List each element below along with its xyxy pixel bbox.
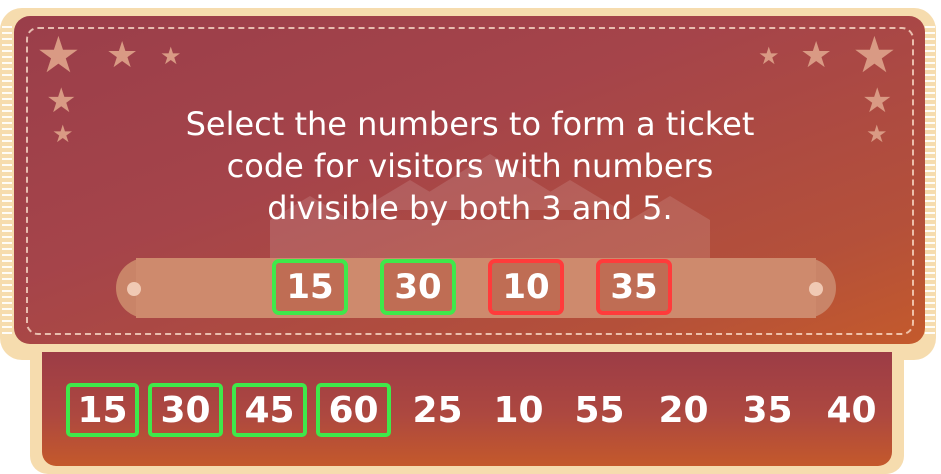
answer-slot-wrong[interactable]: 35 bbox=[596, 259, 672, 315]
number-chip-label: 40 bbox=[826, 389, 877, 431]
number-chip-label: 10 bbox=[493, 389, 544, 431]
answer-slot-value: 30 bbox=[394, 267, 442, 307]
answer-slot-value: 35 bbox=[610, 267, 658, 307]
ticket-perforation-left bbox=[2, 26, 12, 336]
question-line-1: Select the numbers to form a ticket bbox=[185, 105, 755, 143]
question-line-3: divisible by both 3 and 5. bbox=[267, 189, 673, 227]
number-chip-selected[interactable]: 60 bbox=[316, 383, 391, 437]
number-chip-label: 30 bbox=[160, 389, 211, 431]
number-chip[interactable]: 40 bbox=[814, 383, 889, 437]
answer-strip-band bbox=[136, 258, 816, 318]
question-text: Select the numbers to form a ticket code… bbox=[130, 103, 810, 229]
star-icon: ★ bbox=[866, 120, 888, 148]
number-chip-selected[interactable]: 30 bbox=[148, 383, 223, 437]
number-chip-label: 60 bbox=[328, 389, 379, 431]
star-icon: ★ bbox=[800, 35, 833, 76]
answer-slot-value: 10 bbox=[502, 267, 550, 307]
number-chip-label: 25 bbox=[412, 389, 463, 431]
answer-slot-correct[interactable]: 15 bbox=[272, 259, 348, 315]
number-chip-selected[interactable]: 15 bbox=[66, 383, 139, 437]
number-chip-label: 15 bbox=[77, 389, 128, 431]
number-chip[interactable]: 10 bbox=[481, 383, 556, 437]
number-chip-label: 55 bbox=[574, 389, 625, 431]
star-icon: ★ bbox=[862, 81, 893, 121]
number-chip[interactable]: 25 bbox=[400, 383, 475, 437]
star-icon: ★ bbox=[160, 42, 182, 70]
number-chip-label: 45 bbox=[244, 389, 295, 431]
star-icon: ★ bbox=[36, 26, 81, 84]
star-icon: ★ bbox=[106, 35, 139, 76]
number-chip-selected[interactable]: 45 bbox=[232, 383, 307, 437]
number-chip-label: 20 bbox=[658, 389, 709, 431]
ticket-perforation-right bbox=[925, 26, 935, 336]
game-stage: ★ ★ ★ ★ ★ ★ ★ ★ ★ ★ Select the numbers t… bbox=[0, 0, 941, 474]
strip-hole-left bbox=[127, 282, 141, 296]
answer-slot-value: 15 bbox=[286, 267, 334, 307]
strip-hole-right bbox=[809, 282, 823, 296]
answer-slot-wrong[interactable]: 10 bbox=[488, 259, 564, 315]
star-icon: ★ bbox=[758, 42, 780, 70]
number-chip[interactable]: 55 bbox=[562, 383, 637, 437]
star-icon: ★ bbox=[852, 26, 897, 84]
number-chip[interactable]: 20 bbox=[646, 383, 721, 437]
star-icon: ★ bbox=[52, 120, 74, 148]
star-icon: ★ bbox=[46, 81, 77, 121]
answer-slot-correct[interactable]: 30 bbox=[380, 259, 456, 315]
number-chip[interactable]: 35 bbox=[730, 383, 805, 437]
question-line-2: code for visitors with numbers bbox=[226, 147, 714, 185]
number-chip-label: 35 bbox=[742, 389, 793, 431]
